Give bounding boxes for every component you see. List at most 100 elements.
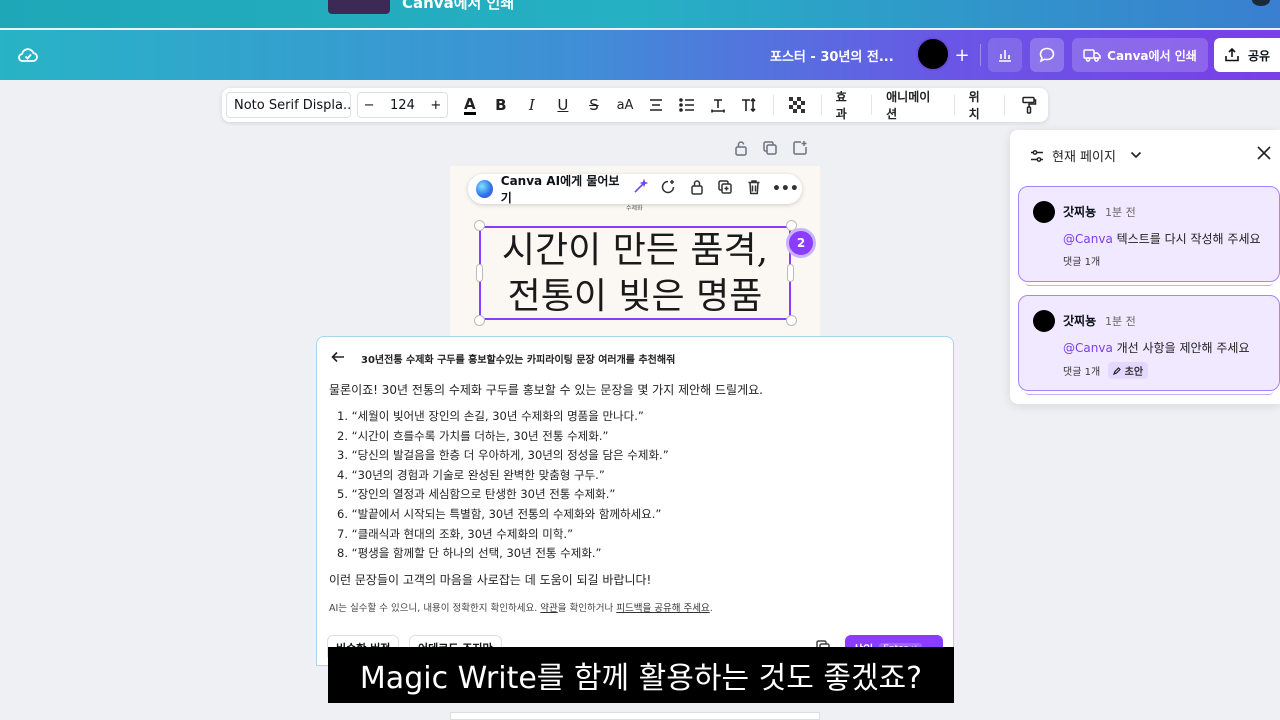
comment-text: 개선 사항을 제안해 주세요 xyxy=(1112,341,1250,355)
ai-suggestion-list: 1. “세월이 빚어낸 장인의 손길, 30년 수제화의 명품을 만나다.” 2… xyxy=(337,407,669,564)
font-family-select[interactable]: Noto Serif Displa... xyxy=(226,92,351,118)
share-button[interactable]: 공유 xyxy=(1214,38,1280,72)
thread-stack-edge xyxy=(1025,282,1273,286)
add-collaborator-button[interactable]: + xyxy=(948,38,976,72)
browser-top-strip: Canva에서 인쇄 xyxy=(0,0,1280,28)
comment-mention: @Canva xyxy=(1063,341,1113,355)
text-color-icon[interactable]: A xyxy=(454,92,485,118)
resize-handle[interactable] xyxy=(786,315,797,326)
trash-icon[interactable] xyxy=(744,179,764,199)
reply-count[interactable]: 댓글 1개 xyxy=(1063,363,1100,378)
letter-case-icon[interactable]: aA xyxy=(609,92,640,118)
document-title[interactable]: 포스터 - 30년의 전... xyxy=(770,46,894,65)
bar-chart-icon xyxy=(999,50,1011,62)
terms-link[interactable]: 약관 xyxy=(540,603,557,614)
letter-spacing-icon[interactable] xyxy=(703,92,734,118)
share-label: 공유 xyxy=(1248,48,1271,63)
disclaimer-suffix: . xyxy=(709,603,713,614)
increase-size-button[interactable]: + xyxy=(430,98,441,113)
ask-canva-ai-button[interactable]: Canva AI에게 물어보기 xyxy=(501,172,622,206)
truck-icon xyxy=(1083,49,1101,62)
thread-stack-edge xyxy=(1025,391,1273,395)
reply-count[interactable]: 댓글 1개 xyxy=(1063,253,1100,268)
list-item: 8. “평생을 함께할 단 하나의 선택, 30년 전통 수제화.” xyxy=(337,546,602,561)
lock-element-icon[interactable] xyxy=(687,179,707,199)
comment-add-icon[interactable] xyxy=(658,179,678,199)
toolbar-divider xyxy=(953,95,955,115)
font-size-stepper[interactable]: − 124 + xyxy=(356,92,449,118)
headline-line-2: 전통이 빚은 명품 xyxy=(507,276,763,317)
position-button[interactable]: 위치 xyxy=(963,88,996,122)
close-icon xyxy=(1257,146,1271,160)
magic-edit-icon[interactable] xyxy=(630,178,650,199)
insights-button[interactable] xyxy=(988,38,1022,72)
avatar xyxy=(1033,310,1055,332)
next-page-edge xyxy=(450,712,820,720)
add-page-icon[interactable] xyxy=(792,140,808,160)
bullet-list-icon[interactable] xyxy=(672,92,703,118)
feedback-link[interactable]: 피드백을 공유해 주세요 xyxy=(616,603,709,614)
copy-style-icon[interactable] xyxy=(1013,92,1044,118)
comment-time: 1분 전 xyxy=(1105,315,1136,328)
line-height-icon[interactable] xyxy=(734,92,765,118)
list-item: 7. “클래식과 현대의 조화, 30년 수제화의 미학.” xyxy=(337,526,574,541)
list-item: 5. “장인의 열정과 세심함으로 탄생한 30년 전통 수제화.” xyxy=(337,487,616,502)
font-size-value[interactable]: 124 xyxy=(390,98,415,113)
list-item: 6. “발끝에서 시작되는 특별함, 30년 전통의 수제화와 함께하세요.” xyxy=(337,506,662,521)
decrease-size-button[interactable]: − xyxy=(364,98,375,113)
toolbar-divider xyxy=(820,95,822,115)
close-panel-button[interactable] xyxy=(1256,142,1272,166)
editor-header: 포스터 - 30년의 전... + Canva에서 인쇄 공유 xyxy=(0,30,1280,80)
duplicate-page-icon[interactable] xyxy=(762,140,778,160)
animation-button[interactable]: 애니메이션 xyxy=(880,88,946,122)
avatar xyxy=(1033,201,1055,223)
cloud-save-icon[interactable] xyxy=(16,43,40,67)
comments-filter-label: 현재 페이지 xyxy=(1052,150,1116,165)
comment-body: @Canva 개선 사항을 제안해 주세요 xyxy=(1063,339,1250,356)
toolbar-divider xyxy=(772,95,774,115)
headline-text[interactable]: 시간이 만든 품격, 전통이 빚은 명품 xyxy=(484,228,786,320)
ai-disclaimer: AI는 실수할 수 있으니, 내용이 정확한지 확인하세요. 약관을 확인하거나… xyxy=(329,600,713,614)
plus-icon: + xyxy=(954,44,970,66)
comment-thread[interactable]: 갓찌뇽 1분 전 @Canva 텍스트를 다시 작성해 주세요 댓글 1개 xyxy=(1018,186,1280,286)
comment-count-badge[interactable]: 2 xyxy=(786,228,816,258)
list-item: 2. “시간이 흐를수록 가치를 더하는, 30년 전통 수제화.” xyxy=(337,428,609,443)
align-center-icon[interactable] xyxy=(641,92,672,118)
side-resize-handle[interactable] xyxy=(476,264,483,282)
transparency-icon[interactable] xyxy=(782,92,813,118)
draft-label: 초안 xyxy=(1124,367,1144,378)
print-label: Canva에서 인쇄 xyxy=(1107,48,1197,63)
comment-body: @Canva 텍스트를 다시 작성해 주세요 xyxy=(1063,230,1261,247)
comments-filter[interactable]: 현재 페이지 xyxy=(1030,146,1142,165)
back-arrow-icon[interactable] xyxy=(331,349,345,367)
collaborator-avatar[interactable] xyxy=(916,37,950,71)
comment-text: 텍스트를 다시 작성해 주세요 xyxy=(1112,232,1261,246)
lock-icon[interactable] xyxy=(734,140,748,160)
strikethrough-icon[interactable]: S xyxy=(578,92,609,118)
more-options-icon[interactable]: ••• xyxy=(772,181,799,197)
share-icon xyxy=(1225,47,1239,62)
print-with-canva-button[interactable]: Canva에서 인쇄 xyxy=(1072,38,1208,72)
ai-response-outro: 이런 문장들이 고객의 마음을 사로잡는 데 도움이 되길 바랍니다! xyxy=(329,573,652,587)
canva-ai-response-panel: 30년전통 수제화 구두를 홍보할수있는 카피라이팅 문장 여러개를 추천해줘 … xyxy=(316,336,954,666)
page-actions xyxy=(734,140,808,160)
comments-panel: 현재 페이지 갓찌뇽 1분 전 @Canva 텍스트를 다시 작성해 주세요 댓… xyxy=(1010,130,1280,404)
bold-icon[interactable]: B xyxy=(485,92,516,118)
disclaimer-prefix: AI는 실수할 수 있으니, 내용이 정확한지 확인하세요. xyxy=(329,603,541,614)
video-subtitle: Magic Write를 함께 활용하는 것도 좋겠죠? xyxy=(328,647,954,703)
side-resize-handle[interactable] xyxy=(787,264,794,282)
header-divider xyxy=(980,44,981,66)
disclaimer-middle: 을 확인하거나 xyxy=(557,603,617,614)
canva-ai-pill: Canva AI에게 물어보기 ••• xyxy=(468,172,802,206)
italic-icon[interactable]: I xyxy=(516,92,547,118)
underline-icon[interactable]: U xyxy=(547,92,578,118)
duplicate-element-icon[interactable] xyxy=(715,179,735,199)
top-strip-title: Canva에서 인쇄 xyxy=(402,0,515,12)
canva-ai-logo-icon xyxy=(476,180,493,198)
comment-thread[interactable]: 갓찌뇽 1분 전 @Canva 개선 사항을 제안해 주세요 댓글 1개 초안 xyxy=(1018,295,1280,395)
comments-button[interactable] xyxy=(1030,38,1064,72)
effects-button[interactable]: 효과 xyxy=(830,88,863,122)
toolbar-divider xyxy=(1004,95,1006,115)
ai-response-intro: 물론이죠! 30년 전통의 수제화 구두를 홍보할 수 있는 문장을 몇 가지 … xyxy=(329,383,763,397)
comment-mention: @Canva xyxy=(1063,232,1113,246)
